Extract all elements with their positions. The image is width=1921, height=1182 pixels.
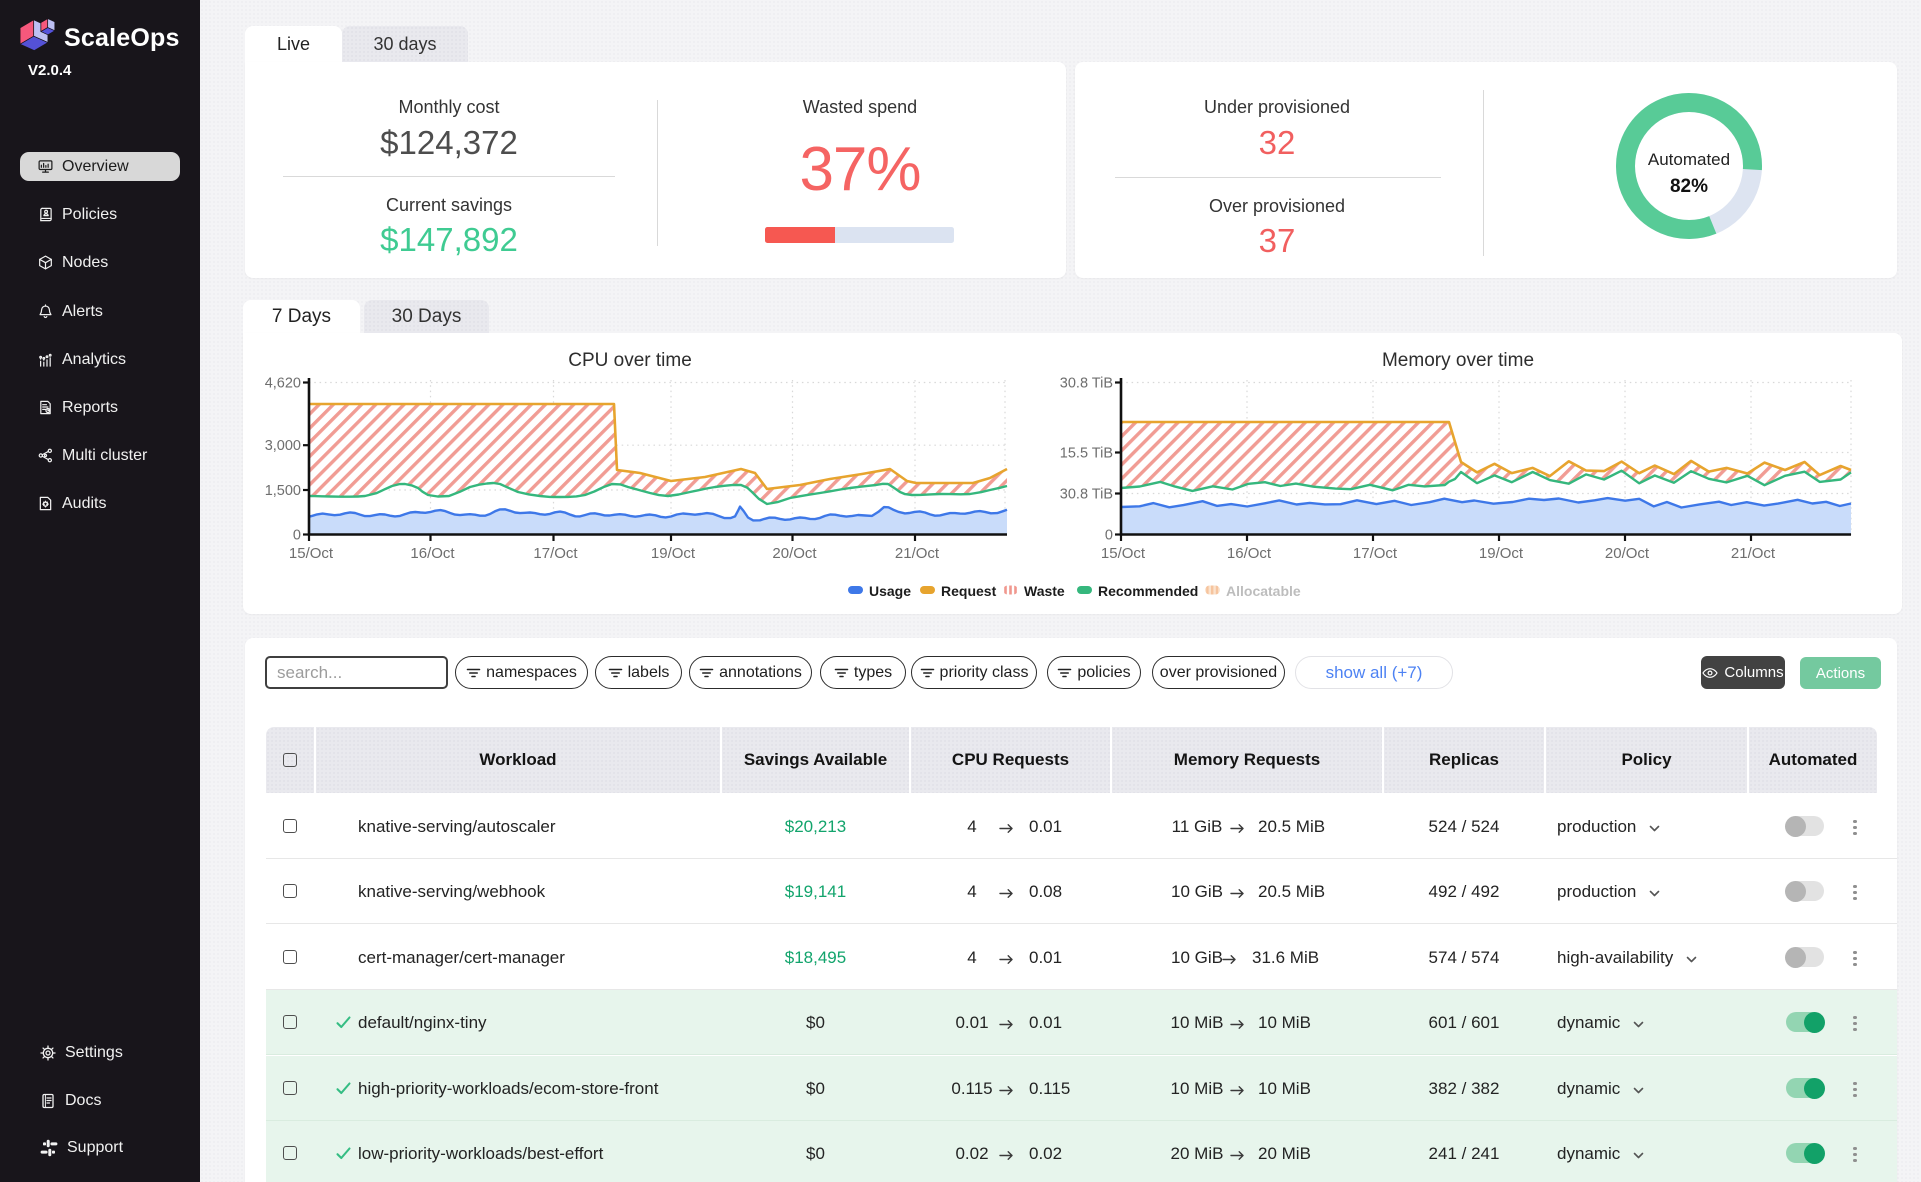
svg-text:20/Oct: 20/Oct bbox=[772, 545, 817, 562]
svg-text:30.8 TiB: 30.8 TiB bbox=[1060, 376, 1113, 392]
svg-text:Waste: Waste bbox=[1024, 583, 1065, 599]
svg-text:Recommended: Recommended bbox=[1098, 583, 1198, 599]
svg-text:4,620: 4,620 bbox=[265, 376, 301, 392]
svg-text:Memory over time: Memory over time bbox=[1382, 350, 1534, 371]
svg-text:15/Oct: 15/Oct bbox=[289, 545, 334, 562]
svg-text:17/Oct: 17/Oct bbox=[1353, 545, 1398, 562]
svg-text:15/Oct: 15/Oct bbox=[1101, 545, 1146, 562]
svg-text:16/Oct: 16/Oct bbox=[410, 545, 455, 562]
svg-text:Request: Request bbox=[941, 583, 997, 599]
svg-text:17/Oct: 17/Oct bbox=[533, 545, 578, 562]
svg-text:19/Oct: 19/Oct bbox=[651, 545, 696, 562]
svg-text:21/Oct: 21/Oct bbox=[895, 545, 940, 562]
svg-text:Allocatable: Allocatable bbox=[1226, 583, 1301, 599]
svg-text:16/Oct: 16/Oct bbox=[1227, 545, 1272, 562]
svg-text:0: 0 bbox=[293, 528, 301, 544]
svg-text:19/Oct: 19/Oct bbox=[1479, 545, 1524, 562]
svg-text:Usage: Usage bbox=[869, 583, 911, 599]
svg-text:20/Oct: 20/Oct bbox=[1605, 545, 1650, 562]
svg-text:21/Oct: 21/Oct bbox=[1731, 545, 1776, 562]
svg-text:0: 0 bbox=[1105, 528, 1113, 544]
svg-text:1,500: 1,500 bbox=[265, 483, 301, 499]
svg-text:30.8 TiB: 30.8 TiB bbox=[1060, 487, 1113, 503]
svg-text:15.5 TiB: 15.5 TiB bbox=[1060, 446, 1113, 462]
svg-text:3,000: 3,000 bbox=[265, 438, 301, 454]
svg-text:CPU over time: CPU over time bbox=[568, 350, 692, 371]
